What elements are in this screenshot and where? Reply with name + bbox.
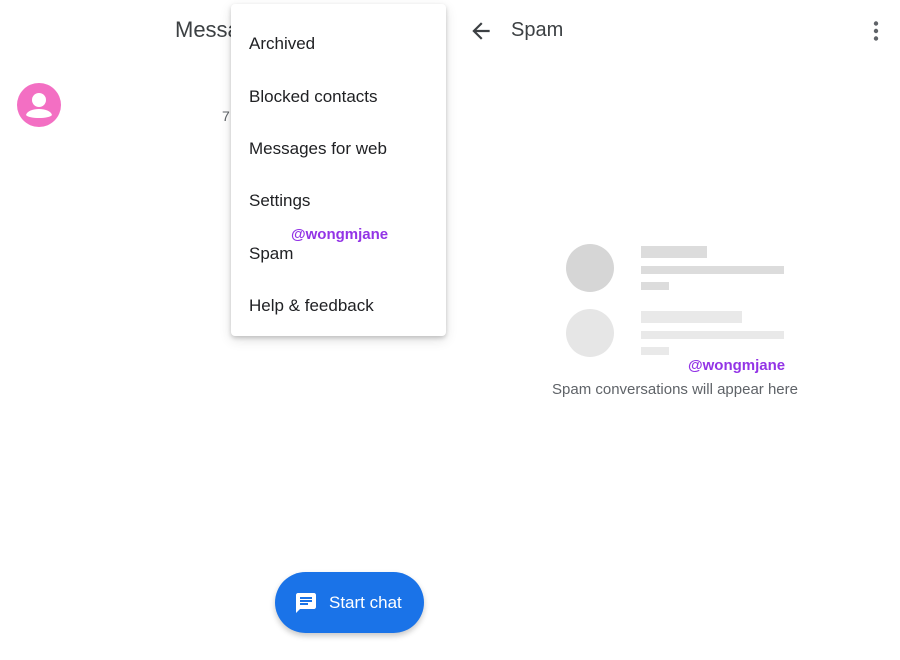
menu-item-settings[interactable]: Settings — [231, 175, 446, 227]
watermark: @wongmjane — [688, 357, 786, 374]
overflow-menu: Archived Blocked contacts Messages for w… — [231, 4, 446, 336]
spam-pane — [450, 0, 900, 660]
placeholder-line — [641, 311, 742, 323]
more-options-button[interactable] — [866, 18, 886, 44]
person-icon — [26, 93, 52, 118]
arrow-back-icon — [472, 22, 490, 40]
chat-icon — [296, 592, 316, 613]
menu-item-messages-for-web[interactable]: Messages for web — [231, 123, 446, 175]
placeholder-line — [641, 246, 707, 258]
placeholder-line — [641, 282, 669, 290]
start-chat-label: Start chat — [329, 592, 402, 612]
menu-item-help-feedback[interactable]: Help & feedback — [231, 280, 446, 332]
spam-title: Spam — [511, 19, 564, 41]
placeholder-avatar — [566, 309, 614, 357]
contact-avatar[interactable] — [17, 83, 61, 127]
menu-item-blocked-contacts[interactable]: Blocked contacts — [231, 70, 446, 122]
menu-item-archived[interactable]: Archived — [231, 18, 446, 70]
placeholder-avatar — [566, 244, 614, 292]
placeholder-line — [641, 331, 784, 339]
empty-state-message: Spam conversations will appear here — [552, 381, 798, 398]
placeholder-line — [641, 266, 784, 274]
watermark: @wongmjane — [291, 226, 389, 243]
start-chat-button[interactable]: Start chat — [275, 572, 424, 633]
conversation-timestamp: 7 — [222, 108, 230, 124]
back-button[interactable] — [468, 18, 494, 44]
placeholder-line — [641, 347, 669, 355]
more-vert-icon — [873, 21, 879, 41]
